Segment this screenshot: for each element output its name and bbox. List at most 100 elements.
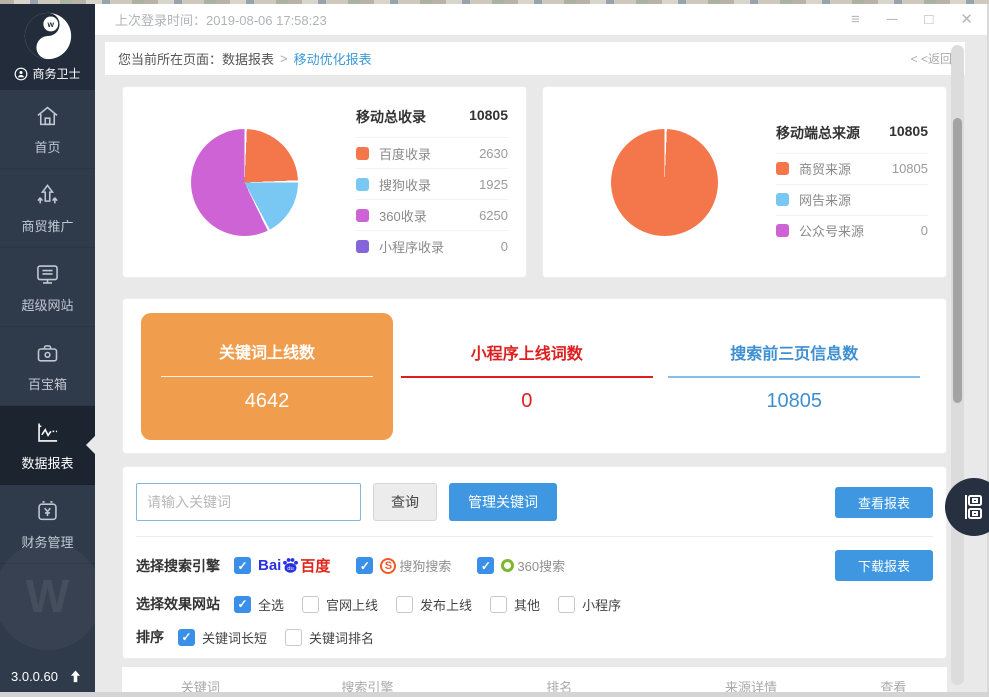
stat-top3-info[interactable]: 搜索前三页信息数 10805 xyxy=(661,340,929,413)
legend-item: 商贸来源 10805 xyxy=(776,153,928,184)
option-label: 其他 xyxy=(514,595,540,614)
so360-checkbox[interactable] xyxy=(477,557,494,574)
legend-item: 搜狗收录 1925 xyxy=(356,168,508,199)
option-label: 全选 xyxy=(258,595,284,614)
option-label: 官网上线 xyxy=(326,595,378,614)
legend-swatch xyxy=(356,147,369,160)
mobile-index-chart-card: 移动总收录 10805 百度收录 2630 搜狗收录 1925 xyxy=(122,86,527,278)
stat-divider xyxy=(161,376,373,377)
legend-label: 网告来源 xyxy=(799,190,851,209)
view-report-button[interactable]: 查看报表 xyxy=(835,487,933,518)
brand-logo-icon: w xyxy=(23,11,73,61)
column-header-engine: 搜索引擎 xyxy=(279,677,456,693)
stat-keywords-online[interactable]: 关键词上线数 4642 xyxy=(141,313,393,440)
stat-divider xyxy=(668,376,920,378)
sidebar-item-finance[interactable]: 财务管理 xyxy=(0,485,95,564)
baidu-checkbox[interactable] xyxy=(234,557,251,574)
option-label: 小程序 xyxy=(582,595,621,614)
window-menu-button[interactable]: ≡ xyxy=(851,12,860,27)
mobile-source-chart-card: 移动端总来源 10805 商贸来源 10805 网告来源 xyxy=(542,86,947,278)
results-table-header: 关键词 搜索引擎 排名 来源详情 查看 xyxy=(122,667,947,692)
engine-group-label: 选择搜索引擎 xyxy=(136,556,220,576)
titlebar: 上次登录时间：2019-08-06 17:58:23 ≡ ─ □ ✕ xyxy=(95,4,989,35)
svg-text:w: w xyxy=(46,19,54,29)
legend-total: 10805 xyxy=(889,123,928,143)
brand-name: 商务卫士 xyxy=(32,65,80,82)
sidebar-item-toolbox[interactable]: 百宝箱 xyxy=(0,327,95,406)
option-keyword-rank[interactable]: 关键词排名 xyxy=(285,628,374,647)
stat-value: 10805 xyxy=(766,390,822,413)
query-button[interactable]: 查询 xyxy=(373,483,437,521)
window-controls: ≡ ─ □ ✕ xyxy=(851,12,989,27)
option-other[interactable]: 其他 xyxy=(490,595,540,614)
breadcrumb-separator: > xyxy=(280,51,288,66)
maximize-button[interactable]: □ xyxy=(924,12,933,27)
stat-label: 小程序上线词数 xyxy=(471,340,583,364)
sidebar-nav: 首页 商贸推广 超级网站 xyxy=(0,90,95,564)
version-row: 3.0.0.60 xyxy=(0,668,95,685)
legend-swatch xyxy=(776,224,789,237)
chart-cards-row: 移动总收录 10805 百度收录 2630 搜狗收录 1925 xyxy=(122,86,989,278)
option-miniprogram[interactable]: 小程序 xyxy=(558,595,621,614)
stat-miniprogram-words[interactable]: 小程序上线词数 0 xyxy=(393,340,661,413)
manage-keywords-button[interactable]: 管理关键词 xyxy=(449,483,557,521)
legend-label: 360收录 xyxy=(379,206,427,225)
qr-code-icon xyxy=(959,492,989,522)
download-report-button[interactable]: 下载报表 xyxy=(835,550,933,581)
stat-label: 搜索前三页信息数 xyxy=(730,340,858,364)
legend-value: 1925 xyxy=(479,177,508,192)
minimize-button[interactable]: ─ xyxy=(887,12,898,27)
select-all-checkbox[interactable] xyxy=(234,596,251,613)
back-link[interactable]: < <返回 xyxy=(911,50,952,67)
legend-value: 0 xyxy=(501,239,508,254)
sidebar-item-label: 首页 xyxy=(34,137,60,156)
legend-item: 百度收录 2630 xyxy=(356,137,508,168)
keyword-rank-checkbox[interactable] xyxy=(285,629,302,646)
legend-label: 百度收录 xyxy=(379,144,431,163)
upgrade-arrow-icon[interactable] xyxy=(67,668,84,685)
promotion-icon xyxy=(34,182,61,209)
site-group-label: 选择效果网站 xyxy=(136,594,220,614)
legend-title: 移动端总来源 xyxy=(776,123,860,143)
option-official-site[interactable]: 官网上线 xyxy=(302,595,378,614)
stat-label: 关键词上线数 xyxy=(219,339,315,363)
app-logo-block: w 商务卫士 xyxy=(0,4,95,90)
sidebar-item-home[interactable]: 首页 xyxy=(0,90,95,169)
legend-item: 网告来源 xyxy=(776,184,928,215)
close-button[interactable]: ✕ xyxy=(960,12,973,27)
miniprogram-checkbox[interactable] xyxy=(558,596,575,613)
keyword-search-input[interactable] xyxy=(136,483,361,521)
option-keyword-length[interactable]: 关键词长短 xyxy=(178,628,267,647)
sidebar-item-label: 百宝箱 xyxy=(28,374,67,393)
official-site-checkbox[interactable] xyxy=(302,596,319,613)
breadcrumb-current-link[interactable]: 移动优化报表 xyxy=(294,49,372,68)
sidebar-item-reports[interactable]: 数据报表 xyxy=(0,406,95,485)
mobile-index-legend: 移动总收录 10805 百度收录 2630 搜狗收录 1925 xyxy=(356,103,508,261)
other-checkbox[interactable] xyxy=(490,596,507,613)
site-filter-row: 选择效果网站 全选 官网上线 发布上线 其他 xyxy=(136,594,933,614)
keyword-length-checkbox[interactable] xyxy=(178,629,195,646)
option-publish-online[interactable]: 发布上线 xyxy=(396,595,472,614)
filter-panel: 查询 管理关键词 查看报表 选择搜索引擎 Bai du xyxy=(122,466,947,659)
legend-swatch xyxy=(776,193,789,206)
sogou-checkbox[interactable] xyxy=(356,557,373,574)
sidebar-item-website[interactable]: 超级网站 xyxy=(0,248,95,327)
sidebar-item-label: 财务管理 xyxy=(21,532,73,551)
so360-text: 360搜索 xyxy=(517,556,565,575)
divider xyxy=(136,536,933,537)
option-select-all[interactable]: 全选 xyxy=(234,595,284,614)
version-label: 3.0.0.60 xyxy=(11,669,58,684)
sidebar-item-label: 商贸推广 xyxy=(21,216,73,235)
sogou-text: 搜狗搜索 xyxy=(399,556,451,575)
publish-online-checkbox[interactable] xyxy=(396,596,413,613)
legend-value: 2630 xyxy=(479,146,508,161)
sidebar: w 商务卫士 首页 xyxy=(0,4,95,692)
vertical-scrollbar[interactable] xyxy=(951,45,964,685)
stat-value: 4642 xyxy=(245,390,290,413)
sidebar-item-promotion[interactable]: 商贸推广 xyxy=(0,169,95,248)
content-area: 您当前所在页面：数据报表 > 移动优化报表 < <返回 移动总收录 10805 xyxy=(95,35,989,692)
home-icon xyxy=(34,103,61,130)
scrollbar-thumb[interactable] xyxy=(953,118,962,403)
engine-filter-row: 选择搜索引擎 Bai du 百度 S xyxy=(136,550,933,581)
main-area: 上次登录时间：2019-08-06 17:58:23 ≡ ─ □ ✕ 您当前所在… xyxy=(95,4,989,692)
